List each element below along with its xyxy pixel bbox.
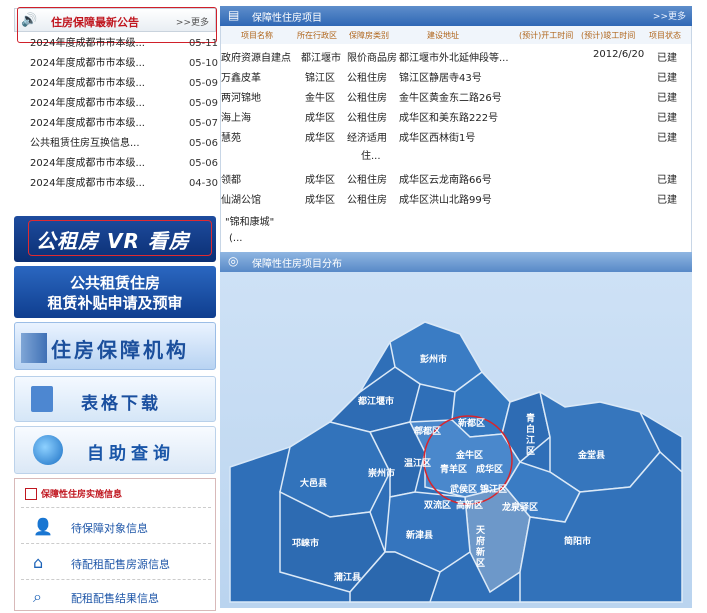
table-row[interactable]: 两河锦地 金牛区 公租住房 金牛区黄金东二路26号 已建 bbox=[221, 86, 693, 106]
map-label[interactable]: 蒲江县 bbox=[334, 570, 361, 583]
highlight-frame bbox=[28, 220, 212, 256]
vr-view-banner[interactable]: 公租房 VR 看房 bbox=[14, 216, 216, 262]
form-download-banner[interactable]: 表格下载 bbox=[14, 376, 216, 422]
map-label[interactable]: 简阳市 bbox=[564, 534, 591, 547]
table-header: 项目名称 所在行政区 保障房类别 建设地址 (预计)开工时间 (预计)竣工时间 … bbox=[221, 26, 691, 44]
map-label[interactable]: 天府新区 bbox=[476, 526, 488, 570]
table-row[interactable]: 海上海 成华区 公租住房 成华区和美东路222号 已建 bbox=[221, 106, 693, 126]
search-icon: ⌕ bbox=[33, 587, 42, 606]
table-row[interactable]: 政府资源自建点 都江堰市 限价商品房 都江堰市外北延伸段等... 2012/6/… bbox=[221, 46, 693, 66]
map-label[interactable]: 金牛区 bbox=[456, 448, 483, 461]
house-icon: ⌂ bbox=[33, 553, 44, 572]
map-label[interactable]: 双流区 bbox=[424, 498, 451, 511]
table-row[interactable]: "锦和康城" bbox=[221, 210, 693, 230]
list-item[interactable]: 2024年度成都市市本级... 05-09 bbox=[14, 74, 218, 94]
projects-title: 保障性住房项目 bbox=[252, 13, 322, 24]
map-label[interactable]: 新都区 bbox=[458, 416, 485, 429]
table-row[interactable]: 慧苑 成华区 经济适用 住... 成华区西林街1号 已建 bbox=[221, 126, 693, 166]
speaker-icon: 🔊 bbox=[21, 13, 38, 28]
table-row[interactable]: 领都 成华区 公租住房 成华区云龙南路66号 已建 bbox=[221, 168, 693, 188]
map-title: 保障性住房项目分布 bbox=[252, 259, 342, 270]
map-label[interactable]: 新津县 bbox=[406, 528, 433, 541]
map-label[interactable]: 彭州市 bbox=[420, 352, 447, 365]
map-label[interactable]: 锦江区 bbox=[480, 482, 507, 495]
subsidy-line-2: 租赁补贴申请及预审 bbox=[47, 294, 183, 312]
subsidy-banner[interactable]: 公共租赁住房 租赁补贴申请及预审 bbox=[14, 266, 216, 318]
map-label[interactable]: 郫都区 bbox=[414, 424, 441, 437]
globe-icon: ◎ bbox=[228, 254, 239, 268]
map-label[interactable]: 武侯区 bbox=[450, 482, 477, 495]
info-item-pending-recipients[interactable]: 👤 待保障对象信息 bbox=[33, 515, 213, 539]
folder-icon: ▤ bbox=[228, 8, 240, 22]
divider bbox=[21, 543, 211, 544]
info-panel-title: 保障性住房实施信息 bbox=[25, 487, 122, 500]
projects-header: ▤ 保障性住房项目 >>更多 bbox=[220, 6, 692, 26]
map-label[interactable]: 大邑县 bbox=[300, 476, 327, 489]
list-item[interactable]: 2024年度成都市市本级... 05-11 bbox=[14, 34, 218, 54]
divider bbox=[21, 579, 211, 580]
map-label[interactable]: 成华区 bbox=[476, 462, 503, 475]
download-icon bbox=[31, 386, 53, 412]
map-header: ◎ 保障性住房项目分布 bbox=[220, 252, 692, 272]
list-item[interactable]: 2024年度成都市市本级... 05-10 bbox=[14, 54, 218, 74]
map-label[interactable]: 青羊区 bbox=[440, 462, 467, 475]
map-label[interactable]: 崇州市 bbox=[368, 466, 395, 479]
table-row[interactable]: 万鑫皮革 锦江区 公租住房 锦江区静居寺43号 已建 bbox=[221, 66, 693, 86]
download-banner-label: 表格下载 bbox=[81, 394, 161, 414]
projects-more-link[interactable]: >>更多 bbox=[653, 9, 686, 22]
query-banner-label: 自助查询 bbox=[87, 444, 175, 464]
list-item[interactable]: 2024年度成都市市本级... 05-06 bbox=[14, 154, 218, 174]
map-label[interactable]: 青白江区 bbox=[526, 414, 538, 458]
map-label[interactable]: 金堂县 bbox=[578, 448, 605, 461]
divider bbox=[21, 507, 211, 508]
globe-search-icon bbox=[33, 435, 63, 465]
project-map-section: ◎ 保障性住房项目分布 彭州市 都江堰市 新都区 郫都区 青白江区 金牛区 温江… bbox=[220, 252, 692, 608]
left-column: 🔊 住房保障最新公告 >>更多 2024年度成都市市本级... 05-11 202… bbox=[14, 7, 218, 611]
notice-more-link[interactable]: >>更多 bbox=[176, 15, 209, 28]
document-icon bbox=[25, 488, 37, 500]
list-item[interactable]: 2024年度成都市市本级... 05-09 bbox=[14, 94, 218, 114]
projects-section: ▤ 保障性住房项目 >>更多 项目名称 所在行政区 保障房类别 建设地址 (预计… bbox=[220, 6, 692, 254]
list-item[interactable]: 2024年度成都市市本级... 04-30 bbox=[14, 174, 218, 194]
list-item[interactable]: 2024年度成都市市本级... 05-07 bbox=[14, 114, 218, 134]
notice-header: 🔊 住房保障最新公告 >>更多 bbox=[14, 8, 216, 32]
map-label[interactable]: 都江堰市 bbox=[358, 394, 394, 407]
info-item-pending-housing[interactable]: ⌂ 待配租配售房源信息 bbox=[33, 551, 213, 575]
map-label[interactable]: 温江区 bbox=[404, 456, 431, 469]
housing-org-banner[interactable]: 住房保障机构 bbox=[14, 322, 216, 370]
subsidy-line-1: 公共租赁住房 bbox=[69, 274, 160, 292]
table-row: (... bbox=[229, 233, 243, 244]
notice-title: 住房保障最新公告 bbox=[51, 16, 139, 29]
table-row[interactable]: 仙湖公馆 成华区 公租住房 成华区洪山北路99号 已建 bbox=[221, 188, 693, 208]
map-label[interactable]: 高新区 bbox=[456, 498, 483, 511]
map-label[interactable]: 龙泉驿区 bbox=[502, 500, 538, 513]
map-label[interactable]: 邛崃市 bbox=[292, 536, 319, 549]
self-query-banner[interactable]: 自助查询 bbox=[14, 426, 216, 474]
user-icon: 👤 bbox=[33, 517, 53, 536]
building-icon bbox=[21, 333, 47, 363]
info-panel: 保障性住房实施信息 👤 待保障对象信息 ⌂ 待配租配售房源信息 ⌕ 配租配售结果… bbox=[14, 478, 216, 611]
info-item-results[interactable]: ⌕ 配租配售结果信息 bbox=[33, 585, 213, 609]
org-banner-label: 住房保障机构 bbox=[51, 338, 189, 362]
list-item[interactable]: 公共租赁住房互换信息... 05-06 bbox=[14, 134, 218, 154]
notice-list: 2024年度成都市市本级... 05-11 2024年度成都市市本级... 05-1… bbox=[14, 34, 218, 194]
district-map[interactable] bbox=[220, 272, 692, 608]
projects-table: 项目名称 所在行政区 保障房类别 建设地址 (预计)开工时间 (预计)竣工时间 … bbox=[220, 26, 692, 254]
